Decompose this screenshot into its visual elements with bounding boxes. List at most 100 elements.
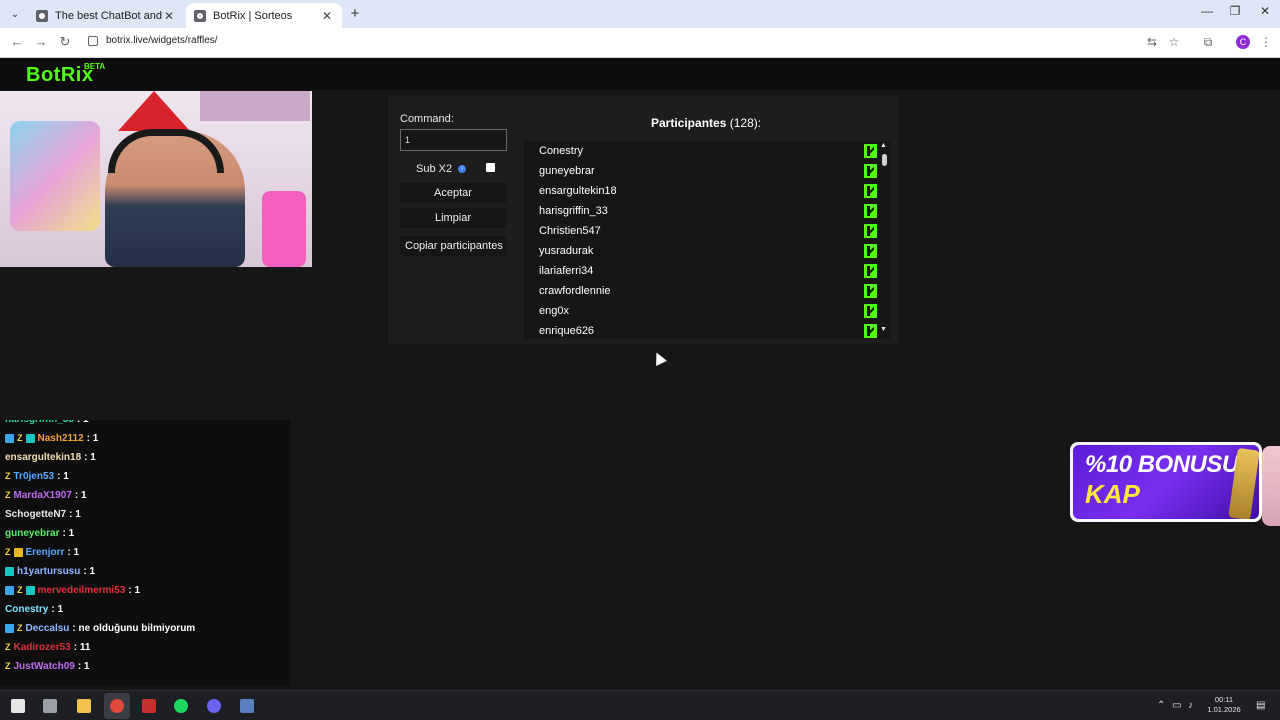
address-bar[interactable]: botrix.live/widgets/raffles/: [88, 35, 218, 46]
bookmark-star-icon[interactable]: ☆: [1166, 35, 1182, 49]
browser-toolbar: ← → ↻ botrix.live/widgets/raffles/ ⇆ ☆ ⧉…: [0, 28, 1280, 58]
mouse-cursor-icon: [651, 350, 667, 366]
notifications-icon[interactable]: ▤: [1256, 700, 1265, 711]
file-explorer-icon[interactable]: [77, 699, 91, 713]
chat-message: Z Deccalsu: ne olduğunu bilmiyorum: [5, 619, 195, 638]
command-input[interactable]: [400, 129, 507, 151]
scroll-down-arrow-icon[interactable]: ▼: [880, 326, 887, 333]
reload-button[interactable]: ↻: [56, 34, 74, 50]
badge-icon: [25, 434, 35, 443]
chat-username: guneyebrar: [5, 528, 60, 539]
task-view-icon[interactable]: [43, 699, 57, 713]
participant-name: guneyebrar: [539, 165, 595, 177]
sub-x2-checkbox[interactable]: [486, 163, 495, 172]
sub-x2-label: Sub X2: [416, 163, 453, 175]
participant-name: Christien547: [539, 225, 601, 237]
participant-name: yusradurak: [539, 245, 594, 257]
minimize-window-button[interactable]: —: [1192, 4, 1222, 18]
z-badge-icon: Z: [5, 471, 11, 481]
forward-button[interactable]: →: [32, 34, 50, 49]
webcam-decoration: [10, 121, 100, 231]
banner-figure: [1262, 446, 1280, 526]
windows-taskbar: ⌃ ▭ ♪ 00:11 1.01.2026 ▤: [0, 690, 1280, 720]
site-info-icon[interactable]: [88, 35, 98, 46]
discord-icon[interactable]: [207, 699, 221, 713]
participant-row: yusradurak: [539, 241, 877, 261]
accept-button[interactable]: Aceptar: [400, 183, 506, 203]
close-window-button[interactable]: ✕: [1250, 4, 1280, 18]
participant-row: ensargultekin18: [539, 181, 877, 201]
chat-username: Deccalsu: [25, 623, 70, 634]
promo-banner-line1: %10 BONUSU: [1085, 451, 1239, 478]
tray-overflow-icon[interactable]: ⌃: [1157, 700, 1165, 711]
kick-icon: [864, 284, 877, 298]
participants-scrollbar[interactable]: [882, 154, 887, 166]
browser-tab-sorteos[interactable]: BotRix | Sorteos ✕: [186, 3, 342, 28]
clear-button[interactable]: Limpiar: [400, 208, 506, 228]
tab-title: The best ChatBot and Widgets: [55, 9, 162, 22]
camera-app-icon[interactable]: [240, 699, 254, 713]
chat-username: Nash2112: [37, 433, 84, 444]
info-icon[interactable]: i: [458, 165, 467, 173]
chat-text: : 1: [69, 509, 81, 520]
chat-username: Erenjorr: [25, 547, 65, 558]
system-clock[interactable]: 00:11 1.01.2026: [1206, 695, 1242, 715]
participant-name: ensargultekin18: [539, 185, 617, 197]
participant-row: ilariaferri34: [539, 261, 877, 281]
start-menu-icon[interactable]: [11, 699, 25, 713]
kick-icon: [864, 244, 877, 258]
chat-message: Z MardaX1907: 1: [5, 486, 87, 505]
chat-username: Tr0jen53: [13, 471, 55, 482]
chrome-icon[interactable]: [110, 699, 124, 713]
z-badge-icon: Z: [5, 490, 11, 500]
chat-text: : 1: [128, 585, 141, 596]
new-tab-button[interactable]: +: [346, 5, 364, 22]
webcam-overlay: [0, 91, 312, 267]
chat-message: Z JustWatch09: 1: [5, 657, 90, 676]
z-badge-icon: Z: [5, 642, 11, 652]
badge-icon: [13, 548, 23, 557]
tab-search-button[interactable]: ⌄: [6, 5, 24, 23]
chat-username: h1yartursusu: [17, 566, 81, 577]
profile-avatar[interactable]: C: [1236, 35, 1250, 49]
z-badge-icon: Z: [5, 661, 11, 671]
kick-icon: [864, 324, 877, 338]
chat-message: SchogetteN7: 1: [5, 505, 81, 524]
participant-name: enrique626: [539, 325, 595, 337]
chat-message: Z Kadirozer53: 11: [5, 638, 90, 657]
z-badge-icon: Z: [5, 547, 11, 557]
network-icon[interactable]: ▭: [1172, 700, 1181, 711]
close-tab-icon[interactable]: ✕: [162, 9, 176, 23]
translate-icon[interactable]: ⇆: [1144, 35, 1160, 49]
badge-icon: [5, 624, 14, 633]
promo-banner[interactable]: %10 BONUSU KAP: [1070, 442, 1262, 522]
chat-text: : 1: [84, 452, 96, 463]
party-hat: [118, 91, 190, 131]
kick-icon: [864, 164, 877, 178]
chat-overlay: harisgriffin_33: 1 ZNash2112: 1 ensargul…: [0, 420, 290, 686]
participants-title: Participantes: [651, 116, 727, 130]
url-text: botrix.live/widgets/raffles/: [106, 35, 218, 46]
back-button[interactable]: ←: [8, 34, 26, 49]
chat-username: Conestry: [5, 604, 49, 615]
browser-tab-chatbot[interactable]: The best ChatBot and Widgets ✕: [28, 3, 184, 28]
close-tab-icon[interactable]: ✕: [320, 9, 334, 23]
volume-icon[interactable]: ♪: [1188, 700, 1193, 711]
chat-text: : ne olduğunu bilmiyorum: [72, 623, 196, 634]
chat-username: JustWatch09: [13, 661, 75, 672]
participant-name: crawfordlennie: [539, 285, 611, 297]
spotify-icon[interactable]: [174, 699, 188, 713]
site-header: BotRix BETA: [0, 58, 1280, 90]
scroll-up-arrow-icon[interactable]: ▲: [880, 142, 887, 149]
participants-list[interactable]: Conestry guneyebrar ensargultekin18 hari…: [524, 141, 890, 339]
restore-window-button[interactable]: ❐: [1220, 4, 1250, 18]
browser-menu-icon[interactable]: ⋮: [1258, 35, 1274, 49]
chat-username: harisgriffin_33: [5, 420, 74, 429]
kick-icon: [864, 144, 877, 158]
badge-icon: [25, 586, 35, 595]
extensions-icon[interactable]: ⧉: [1200, 35, 1216, 50]
chat-text: : 1: [51, 604, 64, 615]
media-app-icon[interactable]: [142, 699, 156, 713]
copy-participants-button[interactable]: Copiar participantes: [400, 236, 506, 256]
page-content: BotRix BETA Command: Sub X2 i Aceptar Li…: [0, 58, 1280, 690]
